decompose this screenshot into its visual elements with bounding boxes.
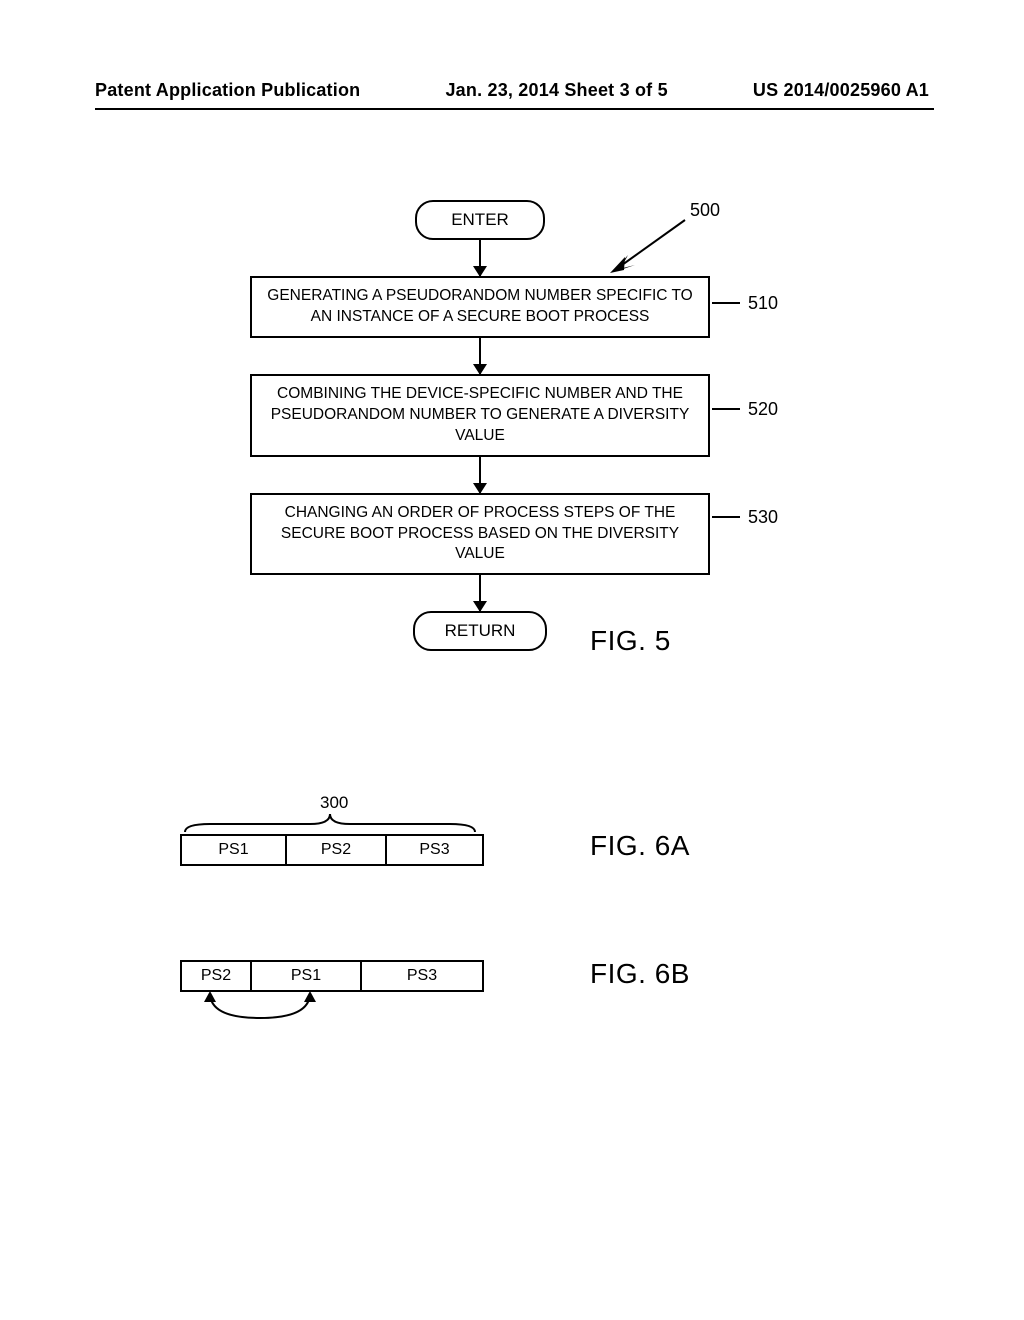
header-divider [95,108,934,110]
terminal-return: RETURN [413,611,547,651]
fig6a-bar: PS1 PS2 PS3 [180,834,484,866]
process-520-text: COMBINING THE DEVICE-SPECIFIC NUMBER AND… [271,385,690,444]
header-left: Patent Application Publication [95,80,360,101]
arrow-enter-510 [479,240,481,276]
ref-520-leader [712,408,740,410]
process-530: CHANGING AN ORDER OF PROCESS STEPS OF TH… [250,493,710,576]
ref-530-leader [712,516,740,518]
flowchart-fig5: ENTER GENERATING A PSEUDORANDOM NUMBER S… [200,200,760,651]
fig6a-cell-1: PS2 [287,836,387,864]
ref-510-leader [712,302,740,304]
terminal-return-label: RETURN [445,621,516,641]
header-right: US 2014/0025960 A1 [753,80,929,101]
header-center: Jan. 23, 2014 Sheet 3 of 5 [445,80,667,101]
patent-page: Patent Application Publication Jan. 23, … [0,0,1024,1320]
process-510: GENERATING A PSEUDORANDOM NUMBER SPECIFI… [250,276,710,338]
arrow-510-520 [479,338,481,374]
terminal-enter-label: ENTER [451,210,509,230]
fig6b-cell-1: PS1 [252,962,362,990]
fig6b-swap-arrow [180,988,380,1028]
brace-300 [180,812,480,834]
terminal-enter: ENTER [415,200,545,240]
ref-530: 530 [748,507,778,528]
fig6a-label: FIG. 6A [590,830,690,862]
ref-300: 300 [320,793,348,813]
arrow-530-return [479,575,481,611]
process-520: COMBINING THE DEVICE-SPECIFIC NUMBER AND… [250,374,710,457]
fig5-label: FIG. 5 [590,625,671,657]
arrow-520-530 [479,457,481,493]
ref-520: 520 [748,399,778,420]
fig6b-cell-2: PS3 [362,962,482,990]
process-510-text: GENERATING A PSEUDORANDOM NUMBER SPECIFI… [267,287,692,325]
process-530-text: CHANGING AN ORDER OF PROCESS STEPS OF TH… [281,504,679,563]
fig6a-cell-2: PS3 [387,836,482,864]
fig6a-cell-0: PS1 [182,836,287,864]
fig6b-label: FIG. 6B [590,958,690,990]
ref-510: 510 [748,293,778,314]
page-header: Patent Application Publication Jan. 23, … [0,80,1024,101]
fig6b-cell-0: PS2 [182,962,252,990]
